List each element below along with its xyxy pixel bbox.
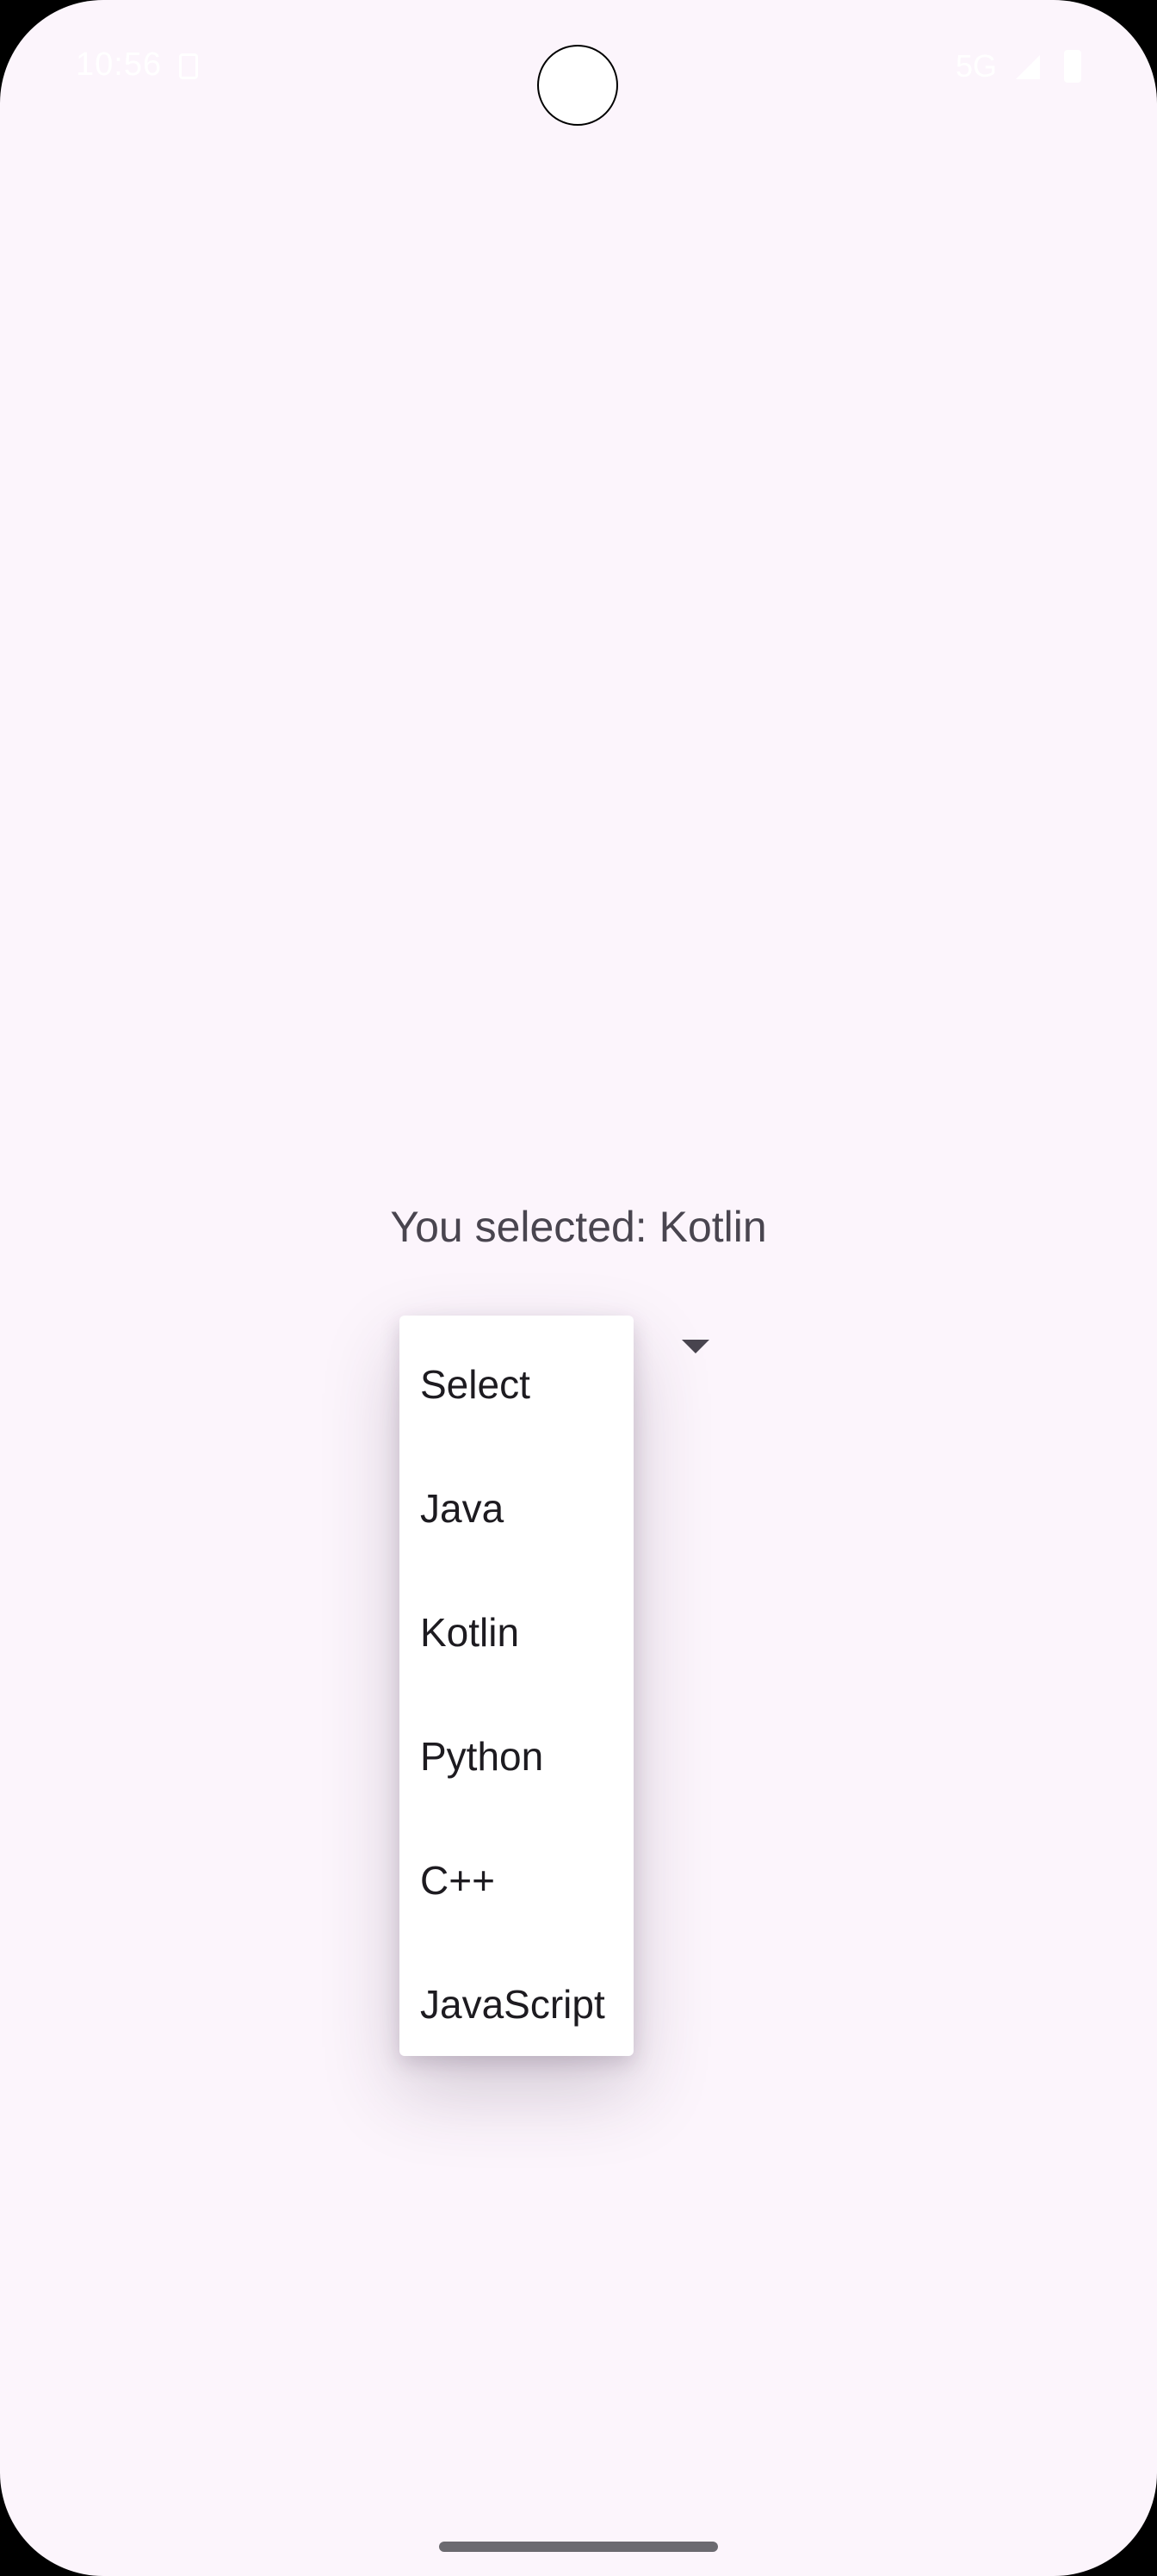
menu-item-python[interactable]: Python [399, 1694, 634, 1818]
selection-label: You selected: Kotlin [390, 1203, 767, 1251]
menu-item-cpp[interactable]: C++ [399, 1818, 634, 1942]
status-bar: 10:56 5G [0, 0, 1157, 138]
dropdown-arrow-icon[interactable] [682, 1340, 709, 1353]
signal-icon [1016, 55, 1040, 79]
app-screen: 10:56 5G You selected: Kotlin Select Jav… [0, 0, 1157, 2576]
camera-cutout [537, 45, 618, 126]
menu-item-kotlin[interactable]: Kotlin [399, 1570, 634, 1694]
network-type: 5G [956, 48, 998, 84]
menu-item-java[interactable]: Java [399, 1446, 634, 1570]
dropdown-menu: Select Java Kotlin Python C++ JavaScript [399, 1316, 634, 2056]
status-time: 10:56 [76, 46, 163, 83]
gesture-nav-handle[interactable] [439, 2542, 718, 2552]
menu-item-javascript[interactable]: JavaScript [399, 1942, 634, 2066]
menu-item-select[interactable]: Select [399, 1322, 634, 1446]
sim-card-icon [179, 53, 198, 79]
battery-icon [1064, 50, 1081, 83]
